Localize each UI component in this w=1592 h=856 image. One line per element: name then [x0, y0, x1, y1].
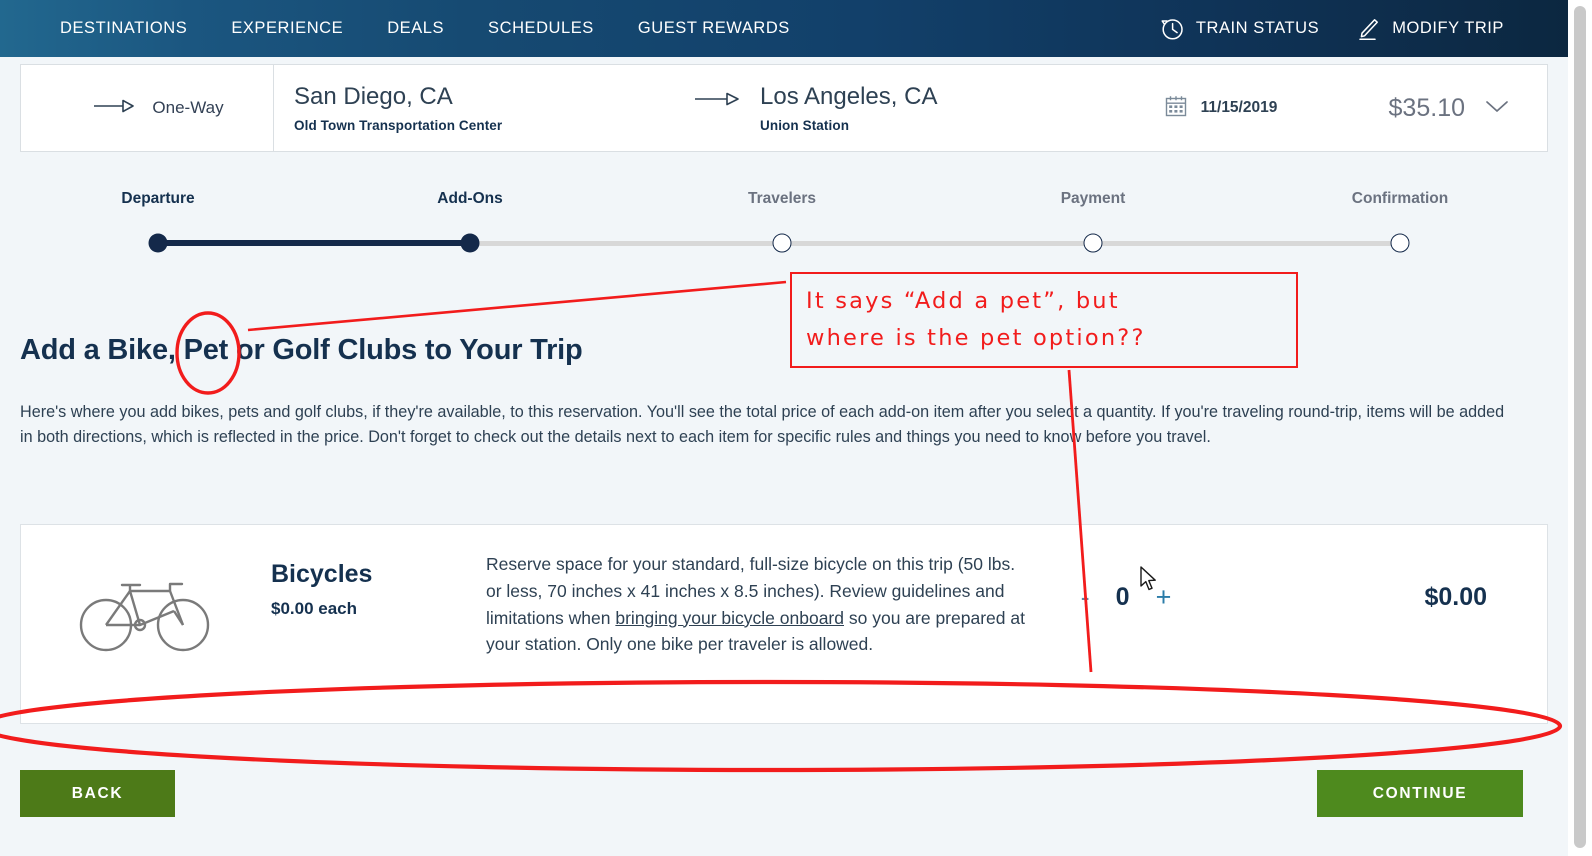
step-label-add-ons[interactable]: Add-Ons: [437, 190, 502, 208]
utility-nav-links: TRAIN STATUS MODIFY TRIP: [1159, 0, 1504, 57]
trip-origin: San Diego, CA Old Town Transportation Ce…: [274, 65, 674, 151]
trip-summary-bar[interactable]: One-Way San Diego, CA Old Town Transport…: [20, 64, 1548, 152]
trip-date: 11/15/2019: [1070, 65, 1350, 151]
arrow-right-icon: [92, 98, 136, 119]
arrow-right-icon: [693, 91, 741, 112]
train-status-button[interactable]: TRAIN STATUS: [1159, 16, 1319, 42]
destination-city: Los Angeles, CA: [760, 82, 938, 110]
step-label-confirmation[interactable]: Confirmation: [1352, 190, 1448, 208]
nav-item-schedules[interactable]: SCHEDULES: [488, 19, 594, 38]
quantity-stepper: - 0 +: [1026, 525, 1226, 612]
addon-name-block: Bicycles $0.00 each: [271, 525, 486, 619]
bicycle-icon: [21, 525, 271, 657]
origin-station: Old Town Transportation Center: [294, 118, 503, 134]
addon-item-card: Bicycles $0.00 each Reserve space for yo…: [20, 524, 1548, 724]
nav-item-destinations[interactable]: DESTINATIONS: [60, 19, 187, 38]
step-dot-payment[interactable]: [1083, 233, 1103, 253]
quantity-decrement-button[interactable]: -: [1081, 584, 1090, 611]
calendar-icon: [1163, 93, 1189, 124]
modify-trip-button[interactable]: MODIFY TRIP: [1355, 16, 1504, 42]
quantity-value: 0: [1115, 583, 1130, 611]
continue-button[interactable]: CONTINUE: [1317, 770, 1523, 817]
checkout-progress-stepper: Departure Add-Ons Travelers Payment Conf…: [0, 190, 1568, 260]
nav-item-deals[interactable]: DEALS: [387, 19, 444, 38]
trip-type: One-Way: [21, 65, 274, 151]
stepper-track-fill: [158, 240, 470, 246]
step-label-departure[interactable]: Departure: [121, 190, 194, 208]
primary-nav-links: DESTINATIONS EXPERIENCE DEALS SCHEDULES …: [60, 19, 790, 38]
scrollbar-thumb[interactable]: [1574, 6, 1586, 848]
page-title: Add a Bike, Pet or Golf Clubs to Your Tr…: [20, 334, 583, 366]
trip-destination: Los Angeles, CA Union Station: [760, 65, 1070, 151]
page-intro-text: Here's where you add bikes, pets and gol…: [20, 403, 1505, 446]
top-navigation-bar: DESTINATIONS EXPERIENCE DEALS SCHEDULES …: [0, 0, 1568, 57]
annotation-callout-box: It says “Add a pet”, but where is the pe…: [790, 272, 1298, 368]
addon-description-link[interactable]: bringing your bicycle onboard: [615, 608, 844, 628]
back-button[interactable]: BACK: [20, 770, 175, 817]
step-dot-travelers[interactable]: [772, 233, 792, 253]
destination-station: Union Station: [760, 118, 850, 134]
step-dot-departure[interactable]: [148, 233, 168, 253]
chevron-down-icon[interactable]: [1483, 97, 1511, 120]
annotation-text-line-2: where is the pet option??: [806, 325, 1146, 351]
vertical-scrollbar[interactable]: [1568, 0, 1592, 856]
clock-history-icon: [1159, 16, 1185, 42]
pencil-icon: [1355, 16, 1381, 42]
addon-name: Bicycles: [271, 560, 373, 588]
addon-total-price: $0.00: [1424, 583, 1487, 611]
browser-page: DESTINATIONS EXPERIENCE DEALS SCHEDULES …: [0, 0, 1568, 856]
trip-date-value: 11/15/2019: [1200, 99, 1278, 116]
mouse-cursor: [1140, 566, 1156, 591]
annotation-text-line-1: It says “Add a pet”, but: [806, 288, 1120, 314]
step-dot-confirmation[interactable]: [1390, 233, 1410, 253]
nav-item-guest-rewards[interactable]: GUEST REWARDS: [638, 19, 790, 38]
modify-trip-label: MODIFY TRIP: [1392, 19, 1504, 37]
step-label-travelers[interactable]: Travelers: [748, 190, 816, 208]
trip-type-label: One-Way: [152, 98, 224, 117]
step-dot-add-ons[interactable]: [460, 233, 480, 253]
direction-arrow: [674, 65, 760, 151]
nav-item-experience[interactable]: EXPERIENCE: [231, 19, 343, 38]
step-label-payment[interactable]: Payment: [1061, 190, 1126, 208]
trip-price-toggle[interactable]: $35.10: [1389, 65, 1547, 151]
trip-price-value: $35.10: [1388, 93, 1465, 122]
origin-city: San Diego, CA: [294, 82, 453, 110]
screenshot-viewport: DESTINATIONS EXPERIENCE DEALS SCHEDULES …: [0, 0, 1592, 856]
addon-unit-price: $0.00 each: [271, 599, 358, 618]
addon-description: Reserve space for your standard, full-si…: [486, 525, 1026, 658]
train-status-label: TRAIN STATUS: [1195, 19, 1320, 37]
